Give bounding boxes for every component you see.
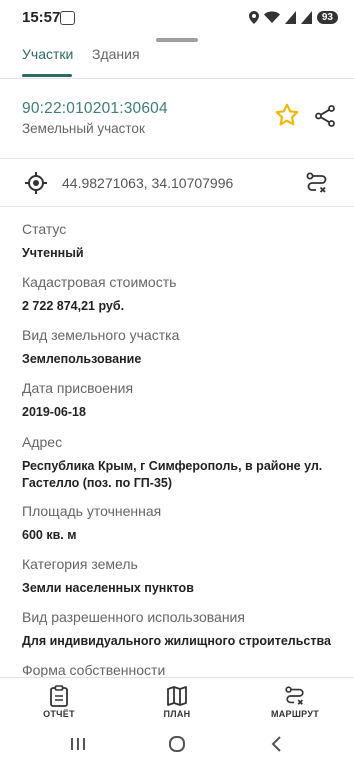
property-cadastral-value: Кадастровая стоимость 2 722 874,21 руб.: [22, 273, 340, 315]
coordinates-row: 44.98271063, 34.10707996: [0, 160, 354, 206]
home-icon[interactable]: [162, 733, 192, 755]
property-label: Форма собственности: [22, 662, 166, 677]
cadastral-number[interactable]: 90:22:010201:30604: [22, 100, 168, 118]
property-address: Адрес Республика Крым, г Симферополь, в …: [22, 433, 340, 492]
back-icon[interactable]: [262, 733, 292, 755]
property-label: Адрес: [22, 434, 63, 450]
nav-report-label: ОТЧЁТ: [43, 709, 75, 719]
nav-route-label: МАРШРУТ: [270, 709, 320, 719]
property-value: 600 кв. м: [22, 528, 77, 542]
property-ownership-form: Форма собственности: [22, 661, 340, 677]
location-icon: [248, 10, 259, 24]
property-label: Категория земель: [22, 556, 138, 572]
bottom-nav: ОТЧЁТ ПЛАН МАРШРУТ: [0, 677, 354, 722]
tab-parcels[interactable]: Участки: [22, 46, 73, 62]
property-assignment-date: Дата присвоения 2019-06-18: [22, 379, 340, 421]
status-time: 15:57: [22, 9, 61, 26]
divider: [0, 206, 354, 207]
property-area: Площадь уточненная 600 кв. м: [22, 502, 340, 544]
nav-route-button[interactable]: МАРШРУТ: [245, 678, 345, 722]
screenshot-indicator-icon: [60, 11, 75, 25]
property-label: Вид земельного участка: [22, 327, 180, 343]
property-value: 2019-06-18: [22, 405, 86, 419]
active-tab-indicator: [22, 74, 72, 77]
property-value: Земли населенных пунктов: [22, 581, 194, 595]
share-icon[interactable]: [313, 104, 337, 128]
property-label: Вид разрешенного использования: [22, 609, 245, 625]
parcel-header: 90:22:010201:30604 Земельный участок: [0, 78, 354, 156]
system-nav-bar: [0, 721, 354, 767]
signal-icon: [284, 10, 296, 24]
parcel-type: Земельный участок: [22, 121, 145, 136]
properties-list: Статус Учтенный Кадастровая стоимость 2 …: [0, 211, 354, 677]
route-icon: [285, 686, 304, 705]
status-bar: 15:57 93: [0, 0, 354, 36]
property-label: Статус: [22, 221, 67, 237]
tab-buildings[interactable]: Здания: [92, 46, 140, 62]
property-land-kind: Вид земельного участка Землепользование: [22, 326, 340, 368]
property-status: Статус Учтенный: [22, 220, 340, 262]
battery-indicator: 93: [316, 10, 338, 24]
property-value: Для индивидуального жилищного строительс…: [22, 634, 331, 648]
route-icon[interactable]: [304, 170, 330, 196]
status-icons: 93: [248, 8, 338, 26]
star-icon[interactable]: [274, 102, 300, 128]
signal-2-icon: [300, 10, 312, 24]
property-value: Республика Крым, г Симферополь, в районе…: [22, 459, 323, 490]
map-icon: [167, 686, 187, 706]
divider: [0, 158, 354, 159]
coordinates-text[interactable]: 44.98271063, 34.10707996: [62, 175, 233, 191]
wifi-icon: [263, 10, 280, 23]
property-label: Площадь уточненная: [22, 503, 162, 519]
nav-plan-label: ПЛАН: [163, 709, 191, 719]
property-land-category: Категория земель Земли населенных пункто…: [22, 555, 340, 597]
property-label: Дата присвоения: [22, 380, 134, 396]
property-value: Учтенный: [22, 246, 84, 260]
property-value: 2 722 874,21 руб.: [22, 299, 125, 313]
crosshair-icon[interactable]: [24, 171, 48, 195]
report-icon: [50, 685, 68, 707]
nav-plan-button[interactable]: ПЛАН: [127, 678, 227, 722]
recent-apps-icon[interactable]: [63, 733, 93, 755]
property-label: Кадастровая стоимость: [22, 274, 177, 290]
nav-report-button[interactable]: ОТЧЁТ: [9, 678, 109, 722]
property-permitted-use: Вид разрешенного использования Для индив…: [22, 608, 340, 650]
property-value: Землепользование: [22, 352, 142, 366]
tab-bar: Участки Здания: [0, 42, 354, 79]
